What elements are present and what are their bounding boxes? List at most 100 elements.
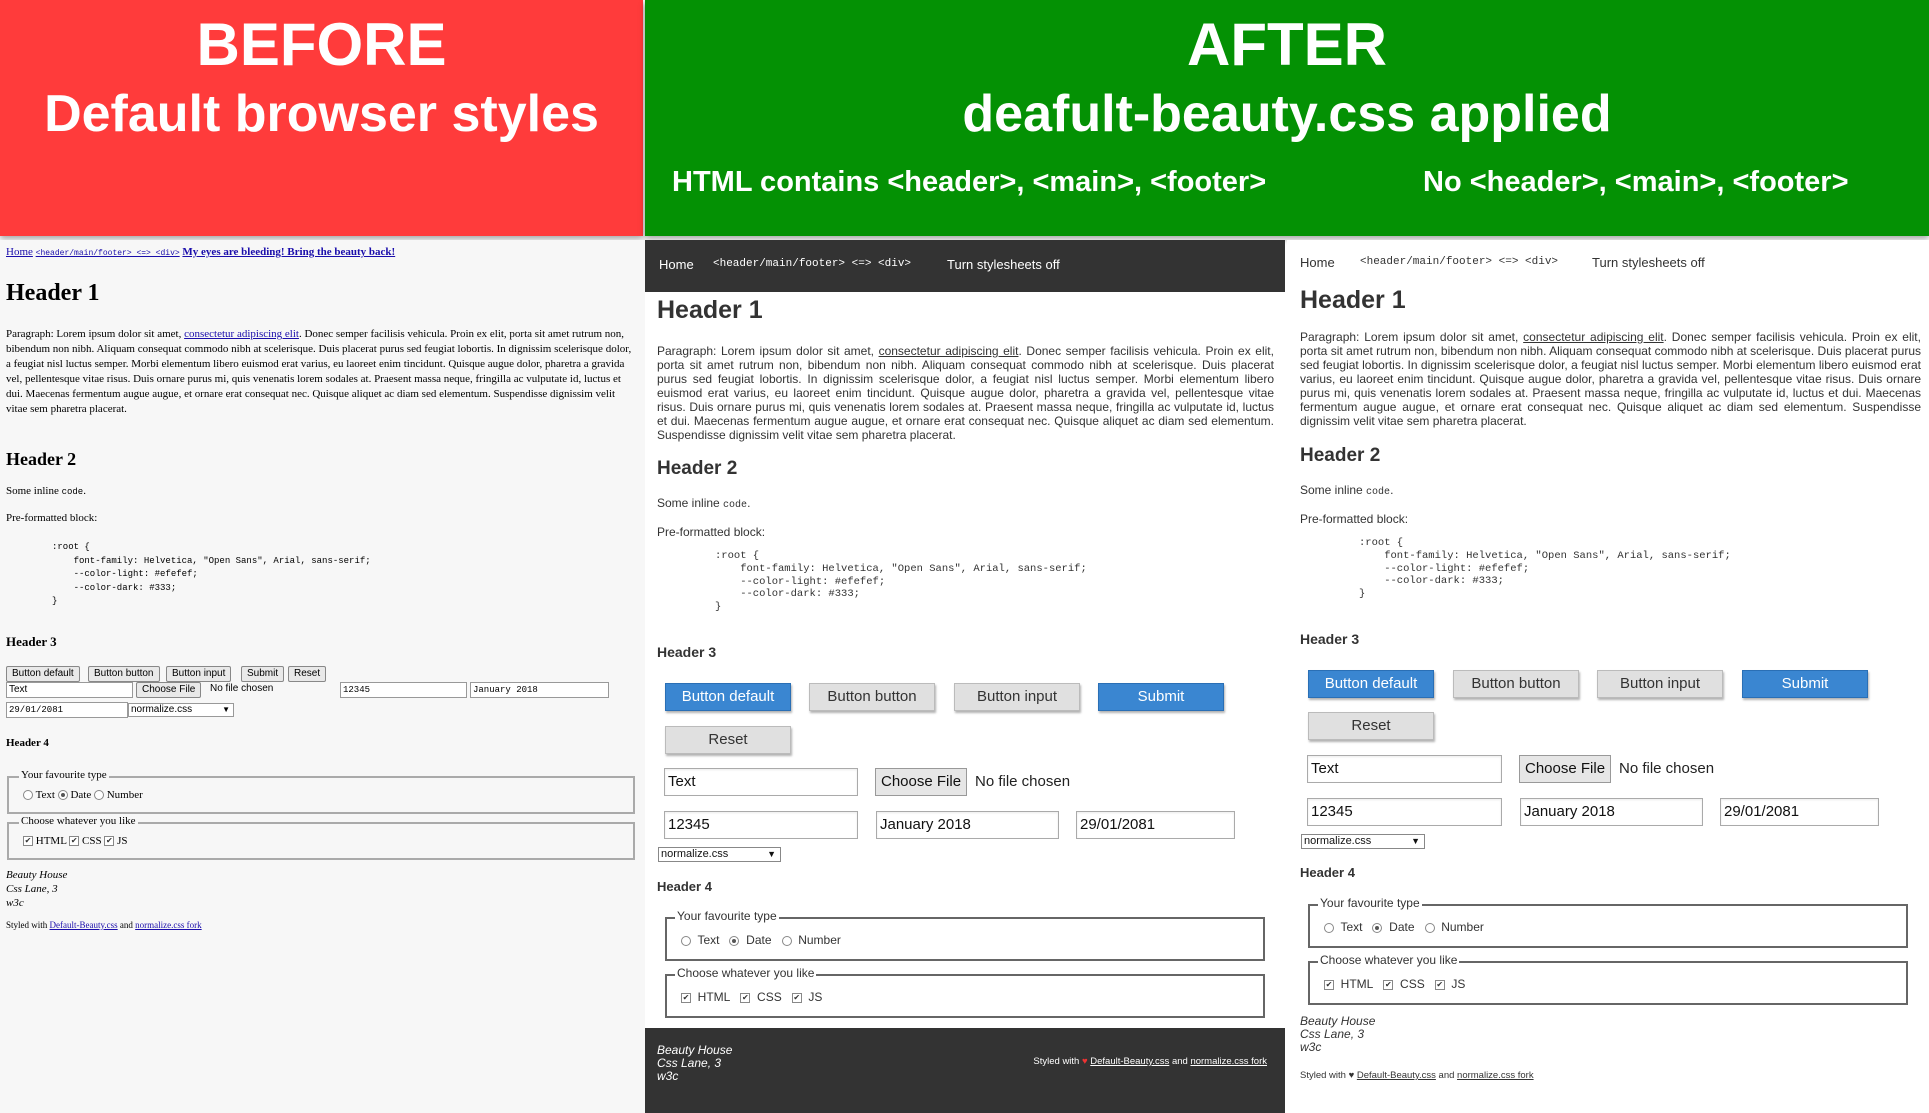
choose-file-button[interactable]: Choose File [875,768,968,796]
text-input[interactable]: Text [6,682,133,698]
number-input[interactable]: 12345 [340,682,467,698]
date-input[interactable]: 29/01/2081 [1076,811,1235,839]
reset-button[interactable]: Reset [288,666,327,682]
nav-home-link[interactable]: Home [1300,255,1335,270]
normalize-fork-link[interactable]: normalize.css fork [1457,1070,1534,1081]
radio-number[interactable] [93,790,104,801]
radio-number[interactable] [1424,922,1435,933]
paragraph-text: Paragraph: Lorem ipsum dolor sit amet, [1300,330,1524,344]
radio-date[interactable] [729,935,740,946]
number-input[interactable]: 12345 [664,811,858,839]
date-input[interactable]: 29/01/2081 [1720,798,1879,826]
checkbox-css[interactable]: ✔ [69,836,80,847]
header-nav: Home <header/main/footer> <=> <div> Turn… [645,240,1285,292]
button-default[interactable]: Button default [1308,670,1434,698]
inline-period: . [1390,483,1394,497]
nav-toggle-link[interactable]: <header/main/footer> <=> <div> [1360,256,1558,268]
month-input[interactable]: January 2018 [470,682,609,698]
radio-label: Text [1340,920,1363,934]
button-default[interactable]: Button default [6,666,80,682]
button-input[interactable]: Button input [954,683,1080,711]
checkbox-html[interactable]: ✔ [1324,979,1334,990]
paragraph-text-rest: . Donec semper facilisis vehicula. Proin… [6,328,632,415]
inline-code: code [61,487,84,497]
inline-code: code [723,500,748,511]
choose-file-button[interactable]: Choose File [1519,755,1612,783]
select-value: normalize.css [661,848,729,860]
normalize-fork-link[interactable]: normalize.css fork [135,920,201,930]
radio-text[interactable] [681,935,691,946]
stylesheet-select[interactable]: normalize.css ▼ [658,847,781,862]
inline-text: Some inline [6,485,62,497]
radio-text[interactable] [1324,922,1334,933]
radio-label: Text [35,789,55,801]
paragraph-link[interactable]: consectetur adipiscing elit [879,344,1019,358]
checkbox-group: ✔ HTML ✔ CSS ✔ JS [681,990,822,1004]
radio-date[interactable] [1372,922,1383,933]
default-beauty-link[interactable]: Default-Beauty.css [1357,1070,1436,1081]
paragraph: Paragraph: Lorem ipsum dolor sit amet, c… [657,344,1274,442]
button-input[interactable]: Button input [166,666,232,682]
checkbox-js[interactable]: ✔ [791,992,802,1003]
and-text: and [1171,1056,1188,1067]
panel-default-styles: Home <header/main/footer> <=> <div> My e… [0,240,645,1113]
reset-button[interactable]: Reset [665,726,791,754]
paragraph-link[interactable]: consectetur adipiscing elit [1523,330,1663,344]
choose-file-button[interactable]: Choose File [136,682,202,698]
fieldset-legend: Your favourite type [1318,896,1422,910]
fieldset-favourite-type: Your favourite type Text Date Number [1308,896,1908,948]
number-input[interactable]: 12345 [1307,798,1502,826]
address-line: w3c [1300,1040,1322,1054]
nav-stylesheets-off-link[interactable]: Turn stylesheets off [947,257,1060,272]
checkbox-html[interactable]: ✔ [23,836,33,847]
pre-block: :root { font-family: Helvetica, "Open Sa… [52,542,371,606]
checkbox-js[interactable]: ✔ [1434,979,1445,990]
checkbox-css[interactable]: ✔ [1383,979,1394,990]
after-sub-left: HTML contains <header>, <main>, <footer> [672,166,1267,198]
fieldset-favourite-type: Your favourite type Text Date Number [665,909,1265,961]
header-4: Header 4 [657,879,712,894]
default-beauty-link[interactable]: Default-Beauty.css [1090,1056,1169,1067]
radio-number[interactable] [781,935,792,946]
submit-button[interactable]: Submit [1742,670,1868,698]
checkbox-css[interactable]: ✔ [740,992,751,1003]
radio-date[interactable] [57,790,68,801]
checkbox-html[interactable]: ✔ [681,992,691,1003]
checkbox-label: HTML [697,990,731,1004]
nav-stylesheets-off-link[interactable]: Turn stylesheets off [1592,255,1705,270]
inline-period: . [83,485,86,497]
paragraph-text: Paragraph: Lorem ipsum dolor sit amet, [657,344,879,358]
button-input[interactable]: Button input [1597,670,1723,698]
button-button[interactable]: Button button [809,683,935,711]
nav-toggle-link[interactable]: <header/main/footer> <=> <div> [713,258,911,270]
radio-text[interactable] [23,790,33,801]
month-input[interactable]: January 2018 [876,811,1059,839]
header-1: Header 1 [6,280,100,306]
pre-block: :root { font-family: Helvetica, "Open Sa… [715,550,1087,614]
date-input[interactable]: 29/01/2081 [6,702,128,718]
paragraph-text-rest: . Donec semper facilisis vehicula. Proin… [657,344,1274,442]
nav-home-link[interactable]: Home [6,246,33,258]
after-sub-right: No <header>, <main>, <footer> [1423,166,1849,198]
file-status: No file chosen [210,683,274,694]
nav-bleeding-link[interactable]: My eyes are bleeding! Bring the beauty b… [182,246,395,258]
normalize-fork-link[interactable]: normalize.css fork [1190,1056,1267,1067]
submit-button[interactable]: Submit [1098,683,1224,711]
paragraph-link[interactable]: consectetur adipiscing elit [184,328,299,340]
month-input[interactable]: January 2018 [1520,798,1703,826]
nav-toggle-link[interactable]: <header/main/footer> <=> <div> [36,249,180,258]
text-input[interactable]: Text [1307,755,1502,783]
radio-group: Text Date Number [23,789,143,801]
stylesheet-select[interactable]: normalize.css ▼ [1301,834,1425,849]
stylesheet-select[interactable]: normalize.css ▼ [128,703,234,717]
button-default[interactable]: Button default [665,683,791,711]
default-beauty-link[interactable]: Default-Beauty.css [50,920,118,930]
button-button[interactable]: Button button [1453,670,1579,698]
submit-button[interactable]: Submit [241,666,285,682]
button-button[interactable]: Button button [88,666,160,682]
checkbox-js[interactable]: ✔ [104,836,115,847]
reset-button[interactable]: Reset [1308,712,1434,740]
nav-home-link[interactable]: Home [659,257,694,272]
address-line: Css Lane, 3 [6,883,58,895]
text-input[interactable]: Text [664,768,858,796]
